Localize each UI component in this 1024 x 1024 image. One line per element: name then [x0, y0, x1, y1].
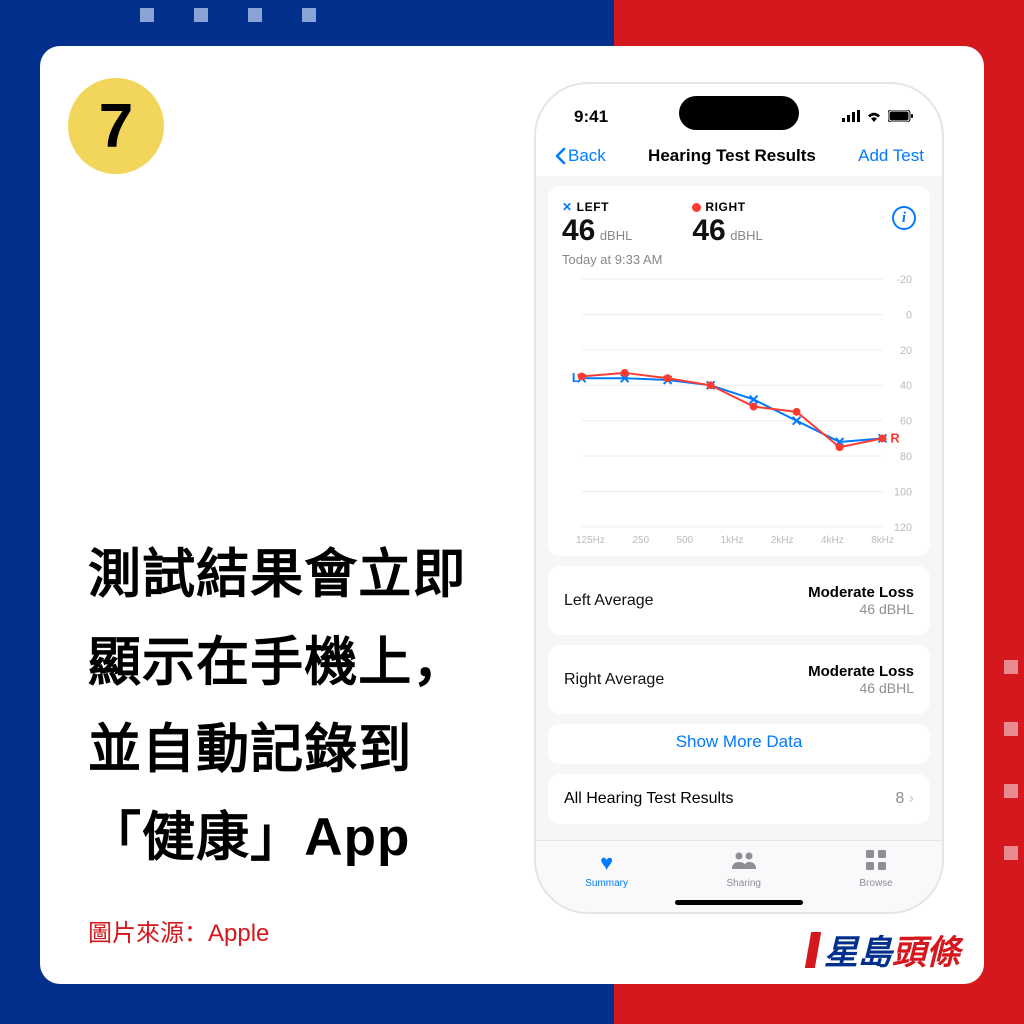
svg-text:80: 80	[900, 451, 912, 463]
back-button[interactable]: Back	[554, 146, 606, 166]
svg-text:L: L	[572, 370, 580, 385]
step-number-badge: 7	[68, 78, 164, 174]
iphone-mockup: 9:41	[534, 82, 944, 914]
wifi-icon	[866, 107, 882, 127]
legend-left: ✕ LEFT 46 dBHL	[562, 200, 632, 248]
svg-text:20: 20	[900, 345, 912, 357]
legend-right: RIGHT 46 dBHL	[692, 200, 762, 248]
battery-icon	[888, 107, 914, 127]
notch	[679, 96, 799, 130]
slide-card: 測試結果會立即顯示在手機上，並自動記錄到「健康」App 圖片來源：Apple 9…	[40, 46, 984, 984]
right-average-row[interactable]: Right Average Moderate Loss46 dBHL	[548, 645, 930, 714]
people-icon	[731, 850, 757, 876]
audiogram-card: i ✕ LEFT 46 dBHL RIGHT 46 dBHL Today	[548, 186, 930, 556]
svg-text:-20: -20	[896, 274, 912, 286]
tab-sharing[interactable]: Sharing	[726, 850, 760, 889]
audiogram-chart[interactable]: -20 0 20 40 60 80 100 120 L R	[562, 273, 916, 533]
x-axis-ticks: 125Hz2505001kHz2kHz4kHz8kHz	[562, 535, 916, 546]
tab-summary[interactable]: ♥ Summary	[585, 850, 628, 889]
show-more-button[interactable]: Show More Data	[548, 724, 930, 764]
x-marker-icon: ✕	[562, 200, 573, 214]
status-indicators	[842, 107, 914, 127]
info-icon[interactable]: i	[892, 206, 916, 230]
cellular-icon	[842, 107, 860, 127]
svg-text:100: 100	[894, 486, 912, 498]
svg-text:60: 60	[900, 416, 912, 428]
heart-icon: ♥	[600, 850, 613, 876]
status-time: 9:41	[574, 107, 608, 127]
all-results-row[interactable]: All Hearing Test Results 8 ›	[548, 774, 930, 824]
left-average-row[interactable]: Left Average Moderate Loss46 dBHL	[548, 566, 930, 635]
slide-main-text: 測試結果會立即顯示在手機上，並自動記錄到「健康」App	[88, 531, 504, 881]
dot-marker-icon	[692, 203, 701, 212]
test-timestamp: Today at 9:33 AM	[562, 252, 916, 267]
nav-title: Hearing Test Results	[648, 146, 816, 166]
svg-text:120: 120	[894, 522, 912, 533]
svg-text:40: 40	[900, 380, 912, 392]
add-test-button[interactable]: Add Test	[858, 146, 924, 166]
svg-text:R: R	[890, 430, 899, 445]
brand-logo: 星島頭條	[808, 925, 960, 974]
chevron-right-icon: ›	[909, 790, 914, 807]
chevron-left-icon	[554, 147, 566, 165]
image-source-caption: 圖片來源：Apple	[88, 913, 504, 948]
tab-browse[interactable]: Browse	[859, 850, 892, 889]
nav-bar: Back Hearing Test Results Add Test	[536, 138, 942, 176]
grid-icon	[866, 850, 886, 876]
svg-text:0: 0	[906, 309, 912, 321]
home-indicator[interactable]	[675, 900, 803, 905]
